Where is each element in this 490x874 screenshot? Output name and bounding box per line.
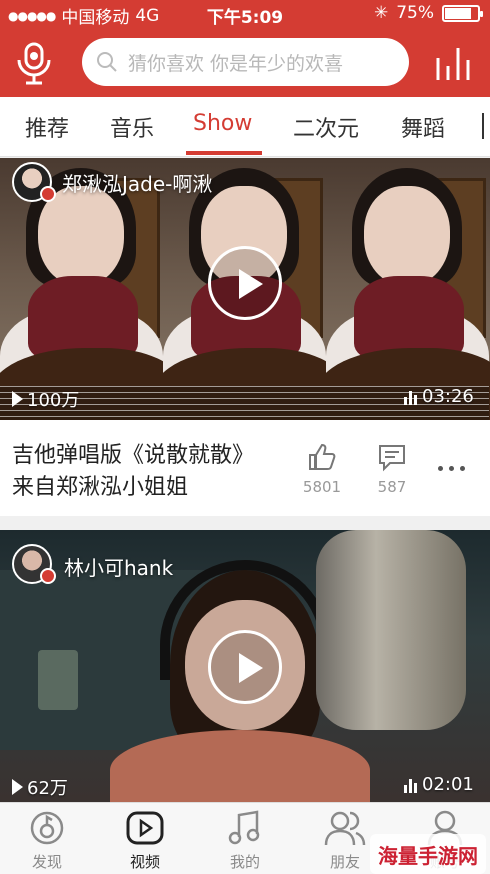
comment-icon [379,445,405,472]
like-button[interactable]: 5801 [292,442,352,496]
category-tabs: 推荐 音乐 Show 二次元 舞蹈 [0,97,490,157]
duration: 03:26 [404,386,474,407]
like-count: 5801 [302,478,342,496]
search-input[interactable]: 猜你喜欢 你是年少的欢喜 [82,38,409,86]
search-placeholder: 猜你喜欢 你是年少的欢喜 [128,52,344,75]
duration-icon [404,389,418,405]
video-thumbnail[interactable]: 林小可hank 62万 02:01 [0,530,490,802]
play-icon[interactable] [208,246,282,320]
play-icon[interactable] [208,630,282,704]
nav-label: 视频 [129,853,160,871]
more-options-icon[interactable] [438,466,465,471]
nav-label: 发现 [31,853,62,871]
tab-dance[interactable]: 舞蹈 [401,111,445,143]
play-count-icon [12,391,23,407]
comment-button[interactable]: 587 [362,442,422,496]
discover-icon [30,811,64,845]
play-count-value: 62万 [27,778,68,799]
tab-overflow-icon[interactable] [482,113,484,139]
nav-label: 我的 [229,853,260,871]
video-frame [326,158,490,420]
activity-icon: ✳ [373,3,389,23]
duration: 02:01 [404,774,474,795]
search-icon [97,52,117,72]
studio-mic-image [316,530,466,730]
active-tab-indicator [186,151,262,155]
uploader-name[interactable]: 郑湫泓Jade-啊湫 [62,168,212,197]
app-screen: ●●●●● 中国移动 4G 下午5:09 ✳ 75% 猜你喜欢 你是年少的欢喜 … [0,0,490,874]
nav-video[interactable]: 视频 [110,809,180,872]
play-count-value: 100万 [27,390,80,411]
video-title[interactable]: 吉他弹唱版《说散就散》 来自郑湫泓小姐姐 [12,440,282,504]
video-title-line: 吉他弹唱版《说散就散》 [12,443,255,468]
battery-percent: 75% [396,3,434,23]
nav-label: 朋友 [329,853,360,871]
video-info-row: 吉他弹唱版《说散就散》 来自郑湫泓小姐姐 5801 587 [0,420,490,516]
battery-icon [442,4,483,22]
thumbs-up-icon [309,443,336,470]
video-title-line: 来自郑湫泓小姐姐 [12,475,189,500]
video-icon [126,811,164,845]
status-bar: ●●●●● 中国移动 4G 下午5:09 ✳ 75% [0,0,490,28]
music-note-icon [228,810,260,845]
play-count: 100万 [12,386,79,412]
equalizer-icon[interactable] [434,44,474,82]
nav-discover[interactable]: 发现 [12,809,82,872]
comment-count: 587 [377,478,407,496]
watermark-logo: 海量手游网 [370,834,486,874]
duration-value: 03:26 [422,386,474,407]
tab-music[interactable]: 音乐 [110,111,154,143]
play-count: 62万 [12,774,68,800]
app-header: ●●●●● 中国移动 4G 下午5:09 ✳ 75% 猜你喜欢 你是年少的欢喜 [0,0,490,97]
tab-show[interactable]: Show [193,111,252,136]
verified-badge-icon [40,186,56,202]
mic-record-icon[interactable] [14,40,54,86]
duration-value: 02:01 [422,774,474,795]
friends-icon [324,811,366,846]
duration-icon [404,777,418,793]
nav-mine[interactable]: 我的 [210,809,280,872]
tab-anime[interactable]: 二次元 [293,111,359,143]
video-thumbnail[interactable]: 郑湫泓Jade-啊湫 100万 03:26 [0,158,490,420]
tab-recommend[interactable]: 推荐 [25,111,69,143]
play-count-icon [12,779,23,795]
uploader-name[interactable]: 林小可hank [64,552,173,581]
verified-badge-icon [40,568,56,584]
